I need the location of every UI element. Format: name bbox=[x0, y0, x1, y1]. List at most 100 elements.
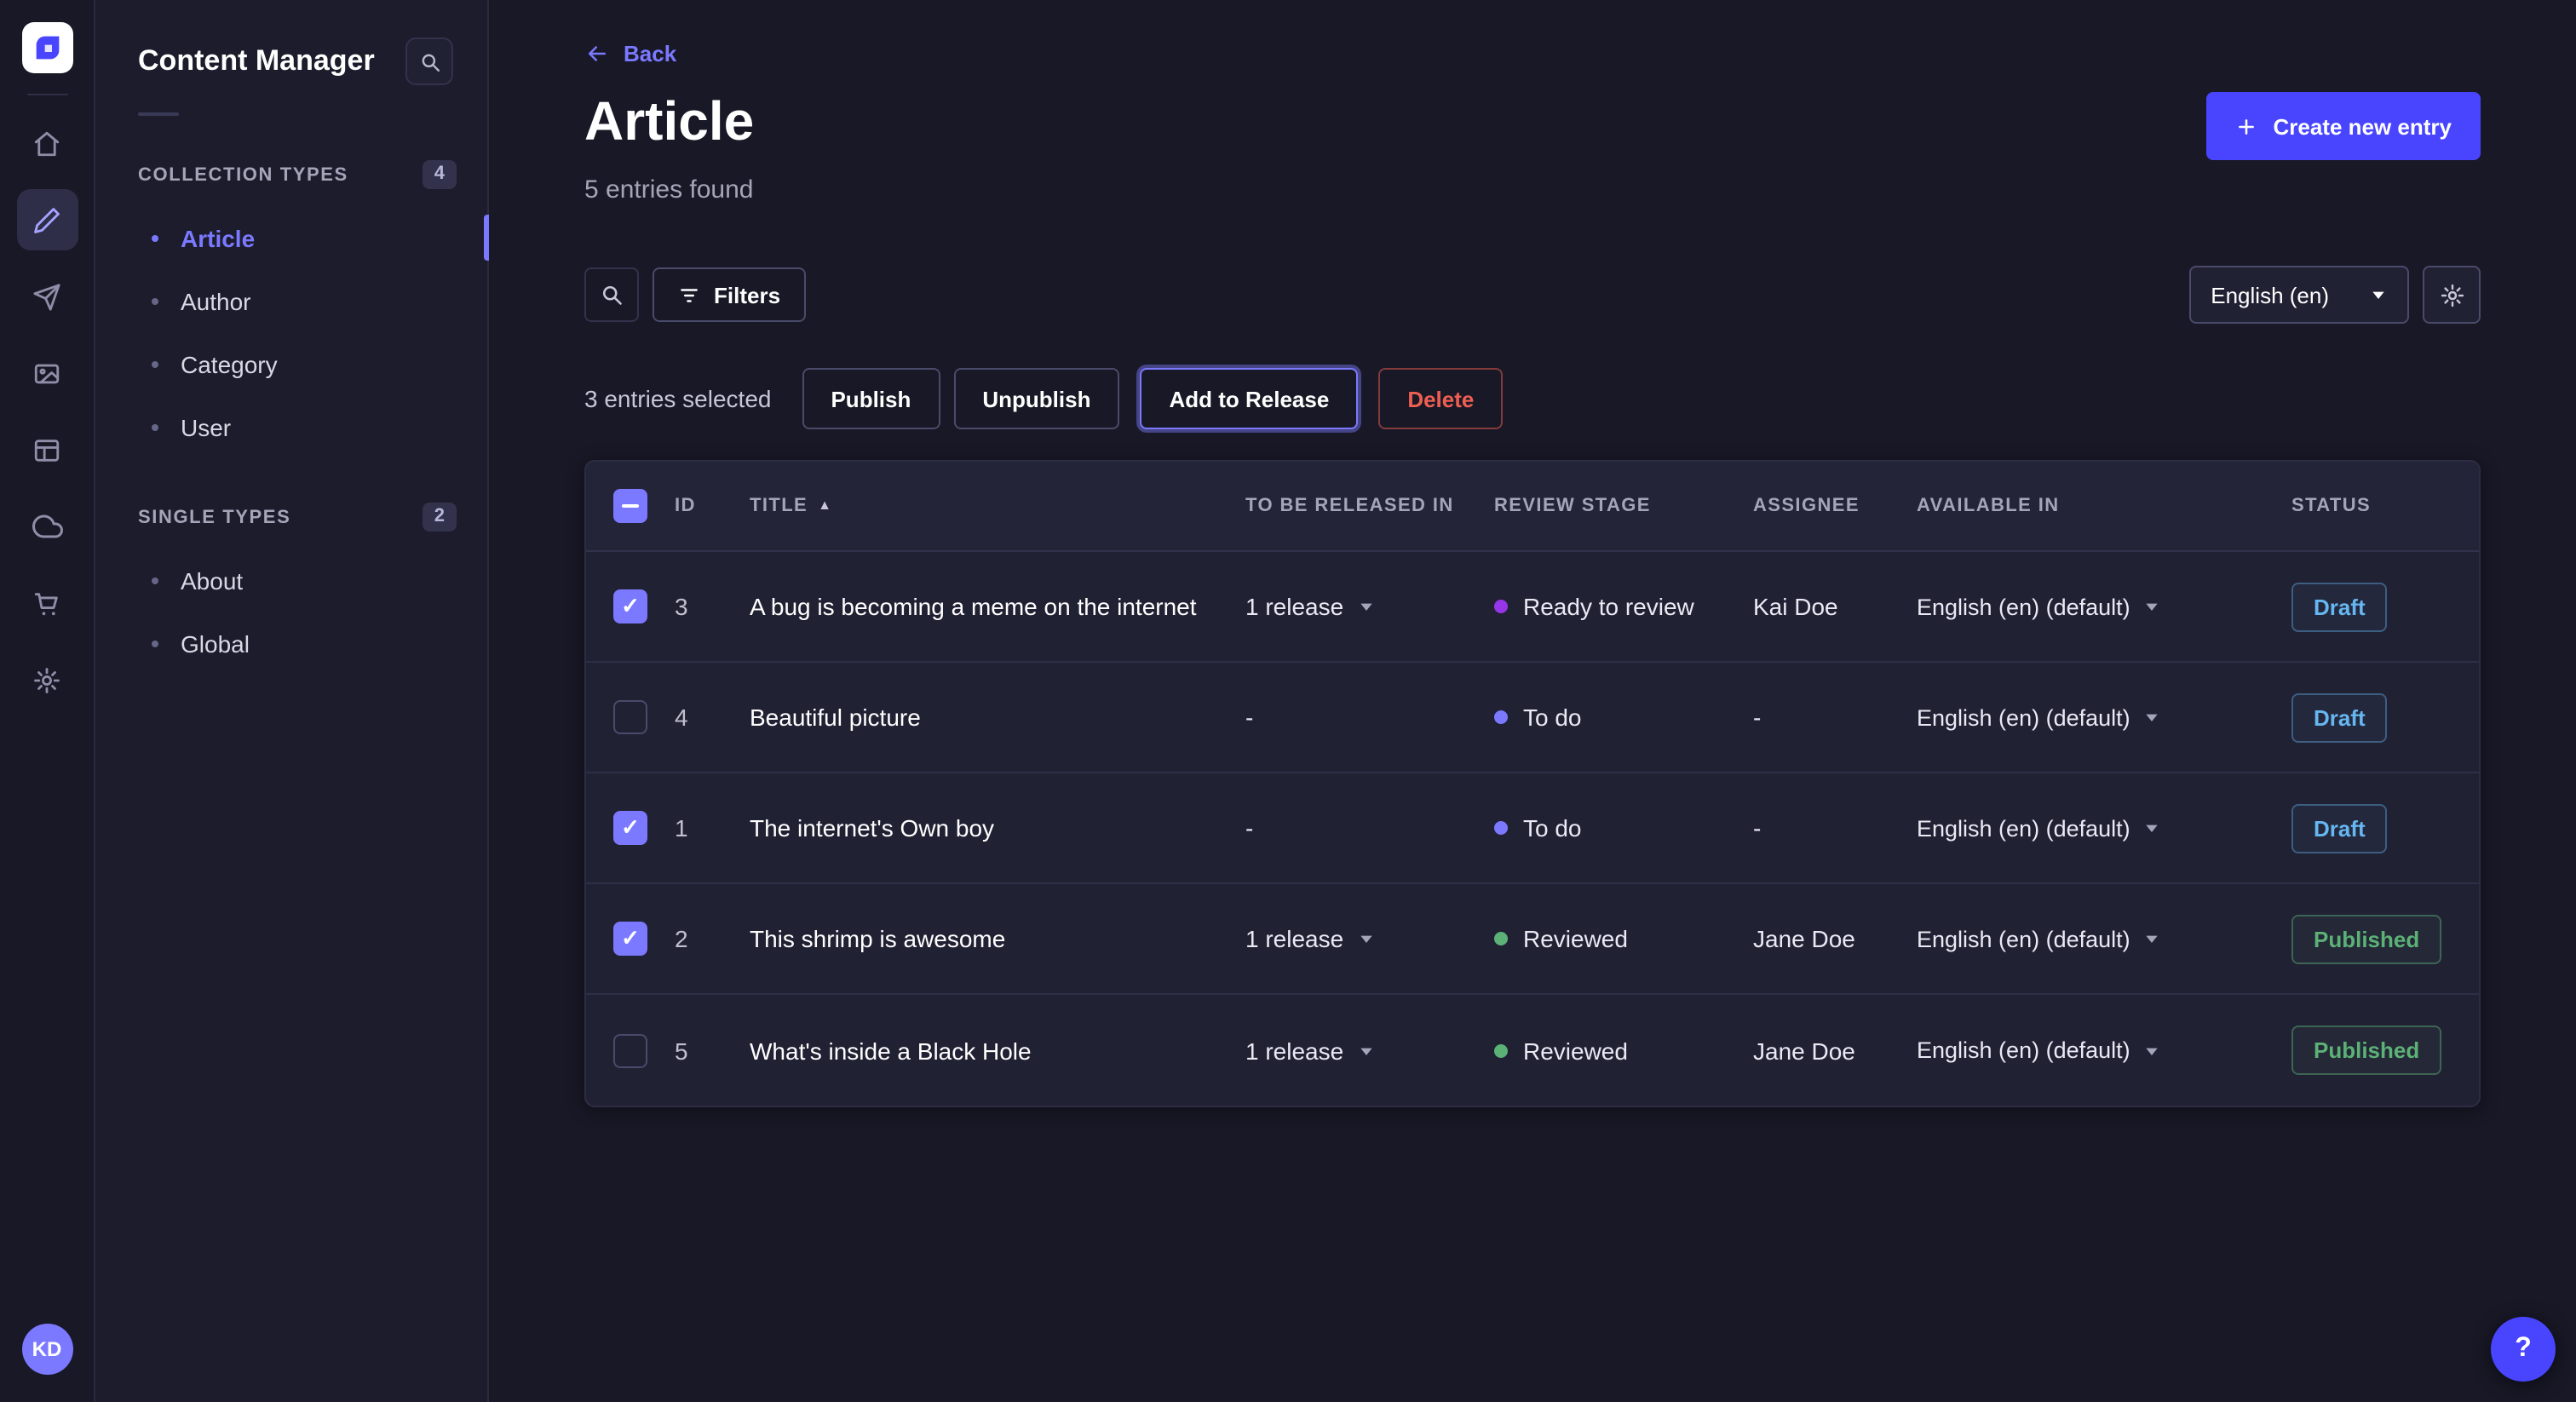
cell-assignee: Jane Doe bbox=[1753, 925, 1917, 952]
nav-content-type-builder[interactable] bbox=[16, 419, 78, 480]
filters-button[interactable]: Filters bbox=[653, 267, 806, 322]
chevron-down-icon bbox=[2144, 1042, 2161, 1059]
status-badge: Draft bbox=[2291, 692, 2388, 742]
cell-title: What's inside a Black Hole bbox=[750, 1037, 1245, 1064]
cell-release: - bbox=[1245, 814, 1494, 842]
sidebar-item-category[interactable]: Category bbox=[95, 332, 487, 395]
cell-release[interactable]: 1 release bbox=[1245, 1037, 1494, 1064]
sidebar-item-label: About bbox=[181, 566, 243, 594]
row-checkbox[interactable] bbox=[613, 589, 647, 623]
sidebar-item-label: Global bbox=[181, 629, 250, 657]
publish-button[interactable]: Publish bbox=[802, 368, 940, 429]
cell-id: 4 bbox=[675, 704, 750, 731]
column-header-title[interactable]: TITLE ▲ bbox=[750, 496, 1245, 516]
chevron-down-icon bbox=[2144, 819, 2161, 836]
sidebar-item-label: Author bbox=[181, 287, 251, 314]
nav-content-manager[interactable] bbox=[16, 189, 78, 250]
stage-dot-icon bbox=[1494, 821, 1508, 835]
cell-id: 3 bbox=[675, 593, 750, 620]
app-root: KD Content Manager COLLECTION TYPES 4 Ar bbox=[0, 0, 2576, 1402]
sidebar-item-article[interactable]: Article bbox=[95, 206, 487, 269]
row-checkbox[interactable] bbox=[613, 700, 647, 734]
cell-review-stage: Ready to review bbox=[1494, 593, 1753, 620]
main-content: Back Article Create new entry 5 entries … bbox=[489, 0, 2576, 1402]
strapi-logo[interactable] bbox=[21, 22, 72, 73]
bullet-icon bbox=[152, 234, 158, 241]
collection-types-section: COLLECTION TYPES 4 Article Author Catego… bbox=[95, 160, 487, 458]
view-settings-button[interactable] bbox=[2423, 266, 2481, 324]
cell-available-in[interactable]: English (en) (default) bbox=[1917, 815, 2291, 841]
sidebar-item-user[interactable]: User bbox=[95, 395, 487, 458]
nav-cloud[interactable] bbox=[16, 496, 78, 557]
table-row[interactable]: 3 A bug is becoming a meme on the intern… bbox=[586, 552, 2479, 663]
cell-id: 1 bbox=[675, 814, 750, 842]
page-title: Article bbox=[584, 92, 754, 152]
cell-review-stage: To do bbox=[1494, 814, 1753, 842]
cell-assignee: - bbox=[1753, 704, 1917, 731]
cell-assignee: Jane Doe bbox=[1753, 1037, 1917, 1064]
nav-home[interactable] bbox=[16, 112, 78, 174]
stage-dot-icon bbox=[1494, 1043, 1508, 1057]
sidebar-search-button[interactable] bbox=[405, 37, 453, 85]
cell-available-in[interactable]: English (en) (default) bbox=[1917, 1037, 2291, 1063]
nav-settings[interactable] bbox=[16, 649, 78, 710]
cell-release[interactable]: 1 release bbox=[1245, 593, 1494, 620]
chevron-down-icon bbox=[2144, 709, 2161, 726]
status-badge: Published bbox=[2291, 914, 2441, 963]
back-link[interactable]: Back bbox=[584, 41, 676, 66]
section-count-badge: 4 bbox=[423, 160, 457, 189]
sidebar-title: Content Manager bbox=[138, 44, 375, 78]
sidebar-item-author[interactable]: Author bbox=[95, 269, 487, 332]
table-row[interactable]: 1 The internet's Own boy - To do - Engli… bbox=[586, 773, 2479, 884]
cell-id: 5 bbox=[675, 1037, 750, 1064]
bullet-icon bbox=[152, 360, 158, 367]
table-row[interactable]: 5 What's inside a Black Hole 1 release R… bbox=[586, 995, 2479, 1106]
home-icon bbox=[32, 129, 61, 158]
plus-icon bbox=[2235, 115, 2257, 137]
chevron-down-icon bbox=[2370, 286, 2387, 303]
table-row[interactable]: 2 This shrimp is awesome 1 release Revie… bbox=[586, 884, 2479, 995]
selection-count: 3 entries selected bbox=[584, 385, 771, 412]
add-to-release-button[interactable]: Add to Release bbox=[1140, 368, 1358, 429]
nav-marketplace[interactable] bbox=[16, 572, 78, 634]
sidebar-item-label: User bbox=[181, 413, 231, 440]
cell-status: Published bbox=[2291, 1026, 2479, 1075]
create-new-entry-button[interactable]: Create new entry bbox=[2206, 92, 2481, 160]
locale-select[interactable]: English (en) bbox=[2188, 266, 2409, 324]
cell-available-in[interactable]: English (en) (default) bbox=[1917, 594, 2291, 619]
select-all-checkbox[interactable] bbox=[613, 489, 647, 523]
search-icon bbox=[418, 50, 440, 72]
images-icon bbox=[32, 359, 61, 388]
content-manager-sidebar: Content Manager COLLECTION TYPES 4 Artic… bbox=[95, 0, 489, 1402]
column-header-id[interactable]: ID bbox=[675, 496, 750, 516]
cell-release[interactable]: 1 release bbox=[1245, 925, 1494, 952]
unpublish-button[interactable]: Unpublish bbox=[953, 368, 1119, 429]
bullet-icon bbox=[152, 297, 158, 304]
sidebar-item-global[interactable]: Global bbox=[95, 612, 487, 675]
cell-available-in[interactable]: English (en) (default) bbox=[1917, 926, 2291, 951]
user-avatar[interactable]: KD bbox=[21, 1324, 72, 1375]
nav-media-library[interactable] bbox=[16, 342, 78, 404]
cell-review-stage: To do bbox=[1494, 704, 1753, 731]
nav-rail: KD bbox=[0, 0, 95, 1402]
cart-icon bbox=[32, 589, 61, 618]
row-checkbox[interactable] bbox=[613, 1033, 647, 1067]
search-button[interactable] bbox=[584, 267, 639, 322]
selection-bar: 3 entries selected Publish Unpublish Add… bbox=[584, 368, 2481, 429]
delete-button[interactable]: Delete bbox=[1378, 368, 1503, 429]
status-badge: Draft bbox=[2291, 803, 2388, 853]
chevron-down-icon bbox=[1357, 1042, 1374, 1059]
sidebar-item-about[interactable]: About bbox=[95, 549, 487, 612]
cell-title: Beautiful picture bbox=[750, 704, 1245, 731]
table-row[interactable]: 4 Beautiful picture - To do - English (e… bbox=[586, 663, 2479, 773]
sidebar-divider bbox=[138, 112, 179, 116]
nav-releases[interactable] bbox=[16, 266, 78, 327]
row-checkbox[interactable] bbox=[613, 811, 647, 845]
strapi-logo-icon bbox=[30, 31, 64, 65]
table-header-row: ID TITLE ▲ TO BE RELEASED IN REVIEW STAG… bbox=[586, 462, 2479, 552]
help-button[interactable]: ? bbox=[2491, 1317, 2556, 1382]
arrow-left-icon bbox=[584, 41, 610, 66]
rail-divider bbox=[26, 94, 67, 95]
row-checkbox[interactable] bbox=[613, 922, 647, 956]
cell-available-in[interactable]: English (en) (default) bbox=[1917, 704, 2291, 730]
